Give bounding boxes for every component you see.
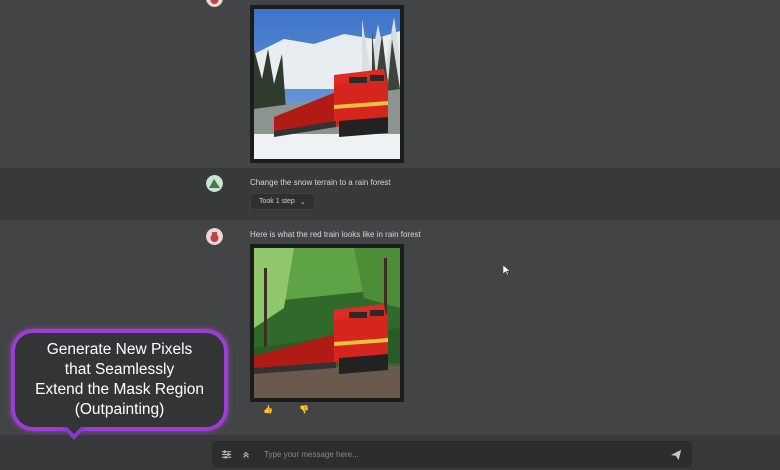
steps-label: Took 1 step: [259, 198, 295, 205]
thumbs-up-icon[interactable]: 👍: [263, 405, 273, 414]
send-icon[interactable]: [670, 448, 684, 462]
generated-image-snow-train[interactable]: [250, 5, 404, 163]
mouse-cursor-icon: [503, 265, 511, 275]
thumbs-down-icon[interactable]: 👎: [299, 405, 309, 414]
outpainting-callout: Generate New Pixels that Seamlessly Exte…: [11, 329, 228, 431]
snow-train-picture: [254, 9, 400, 159]
user-message-row: [0, 168, 780, 220]
assistant-message-text: Here is what the red train looks like in…: [250, 230, 421, 239]
callout-tail-inner: [67, 427, 81, 434]
reaction-row: 👍 👎: [263, 405, 309, 414]
tree-avatar-icon: [206, 175, 223, 192]
user-message-text: Change the snow terrain to a rain forest: [250, 178, 391, 187]
message-input-bar: [212, 441, 692, 468]
callout-text: Generate New Pixels that Seamlessly Exte…: [35, 341, 204, 418]
chevrons-up-icon[interactable]: [240, 449, 252, 461]
generated-image-forest-train[interactable]: [250, 244, 404, 402]
sliders-icon[interactable]: [220, 449, 232, 461]
chevron-down-icon: ⌄: [299, 198, 306, 206]
took-steps-button[interactable]: Took 1 step ⌄: [250, 193, 315, 210]
message-input[interactable]: [264, 450, 670, 459]
forest-train-picture: [254, 248, 400, 398]
bot-avatar-icon: [206, 228, 223, 245]
